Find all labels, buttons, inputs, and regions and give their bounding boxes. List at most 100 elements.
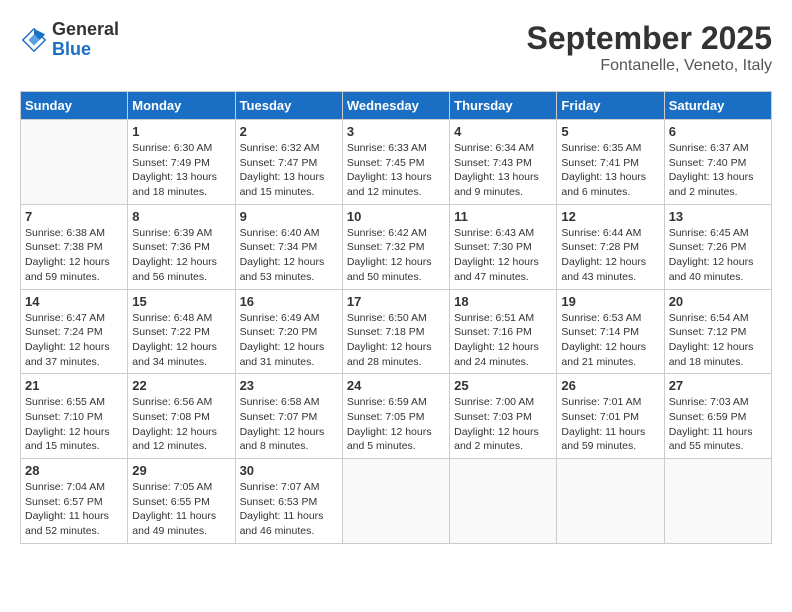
day-info: Sunrise: 7:03 AMSunset: 6:59 PMDaylight:… [669,395,767,454]
calendar-cell: 30 Sunrise: 7:07 AMSunset: 6:53 PMDayligh… [235,459,342,544]
day-info: Sunrise: 7:07 AMSunset: 6:53 PMDaylight:… [240,480,338,539]
calendar-cell: 16Sunrise: 6:49 AMSunset: 7:20 PMDayligh… [235,289,342,374]
day-info: Sunrise: 6:30 AMSunset: 7:49 PMDaylight:… [132,141,230,200]
day-info: Sunrise: 6:34 AMSunset: 7:43 PMDaylight:… [454,141,552,200]
day-info: Sunrise: 6:58 AMSunset: 7:07 PMDaylight:… [240,395,338,454]
logo-icon [20,26,48,54]
calendar-cell: 14 Sunrise: 6:47 AMSunset: 7:24 PMDayligh… [21,289,128,374]
calendar-cell: 6 Sunrise: 6:37 AMSunset: 7:40 PMDaylight… [664,120,771,205]
calendar-cell: 23 Sunrise: 6:58 AMSunset: 7:07 PMDayligh… [235,374,342,459]
calendar-cell: 27 Sunrise: 7:03 AMSunset: 6:59 PMDayligh… [664,374,771,459]
day-info: Sunrise: 6:56 AMSunset: 7:08 PMDaylight:… [132,395,230,454]
calendar-cell: 5 Sunrise: 6:35 AMSunset: 7:41 PMDaylight… [557,120,664,205]
day-info: Sunrise: 6:49 AMSunset: 7:20 PMDaylight:… [240,311,338,370]
day-number: 20 [669,294,767,309]
day-info: Sunrise: 6:42 AMSunset: 7:32 PMDaylight:… [347,226,445,285]
calendar-cell: 13 Sunrise: 6:45 AMSunset: 7:26 PMDayligh… [664,204,771,289]
calendar-cell [342,459,449,544]
day-number: 18 [454,294,552,309]
day-header-friday: Friday [557,92,664,120]
calendar-cell: 12 Sunrise: 6:44 AMSunset: 7:28 PMDayligh… [557,204,664,289]
day-info: Sunrise: 6:48 AMSunset: 7:22 PMDaylight:… [132,311,230,370]
day-header-saturday: Saturday [664,92,771,120]
day-number: 8 [132,209,230,224]
day-number: 24 [347,378,445,393]
day-number: 28 [25,463,123,478]
day-info: Sunrise: 7:04 AMSunset: 6:57 PMDaylight:… [25,480,123,539]
day-number: 27 [669,378,767,393]
logo-blue-text: Blue [52,39,91,59]
day-info: Sunrise: 7:01 AMSunset: 7:01 PMDaylight:… [561,395,659,454]
day-info: Sunrise: 6:47 AMSunset: 7:24 PMDaylight:… [25,311,123,370]
month-title: September 2025 [527,20,772,57]
day-info: Sunrise: 6:38 AMSunset: 7:38 PMDaylight:… [25,226,123,285]
calendar-cell: 15 Sunrise: 6:48 AMSunset: 7:22 PMDayligh… [128,289,235,374]
day-number: 26 [561,378,659,393]
calendar-table: SundayMondayTuesdayWednesdayThursdayFrid… [20,91,772,544]
day-number: 17 [347,294,445,309]
day-info: Sunrise: 6:37 AMSunset: 7:40 PMDaylight:… [669,141,767,200]
day-info: Sunrise: 6:59 AMSunset: 7:05 PMDaylight:… [347,395,445,454]
calendar-cell: 11Sunrise: 6:43 AMSunset: 7:30 PMDayligh… [450,204,557,289]
calendar-cell: 20 Sunrise: 6:54 AMSunset: 7:12 PMDayligh… [664,289,771,374]
day-number: 9 [240,209,338,224]
calendar-cell: 1 Sunrise: 6:30 AMSunset: 7:49 PMDaylight… [128,120,235,205]
day-number: 1 [132,124,230,139]
day-info: Sunrise: 7:00 AMSunset: 7:03 PMDaylight:… [454,395,552,454]
day-number: 23 [240,378,338,393]
day-info: Sunrise: 6:39 AMSunset: 7:36 PMDaylight:… [132,226,230,285]
day-info: Sunrise: 6:44 AMSunset: 7:28 PMDaylight:… [561,226,659,285]
calendar-week-1: 1 Sunrise: 6:30 AMSunset: 7:49 PMDaylight… [21,120,772,205]
day-number: 12 [561,209,659,224]
day-info: Sunrise: 6:54 AMSunset: 7:12 PMDaylight:… [669,311,767,370]
location-subtitle: Fontanelle, Veneto, Italy [527,57,772,75]
day-info: Sunrise: 6:50 AMSunset: 7:18 PMDaylight:… [347,311,445,370]
day-info: Sunrise: 6:33 AMSunset: 7:45 PMDaylight:… [347,141,445,200]
calendar-cell: 7 Sunrise: 6:38 AMSunset: 7:38 PMDaylight… [21,204,128,289]
calendar-cell [21,120,128,205]
calendar-cell: 21 Sunrise: 6:55 AMSunset: 7:10 PMDayligh… [21,374,128,459]
day-number: 7 [25,209,123,224]
day-number: 25 [454,378,552,393]
day-number: 6 [669,124,767,139]
page-header: General Blue September 2025 Fontanelle, … [20,20,772,75]
calendar-cell: 24 Sunrise: 6:59 AMSunset: 7:05 PMDayligh… [342,374,449,459]
day-number: 5 [561,124,659,139]
logo-general-text: General [52,19,119,39]
day-number: 29 [132,463,230,478]
calendar-cell: 22 Sunrise: 6:56 AMSunset: 7:08 PMDayligh… [128,374,235,459]
calendar-cell: 19Sunrise: 6:53 AMSunset: 7:14 PMDayligh… [557,289,664,374]
day-number: 10 [347,209,445,224]
day-number: 15 [132,294,230,309]
calendar-cell: 25 Sunrise: 7:00 AMSunset: 7:03 PMDayligh… [450,374,557,459]
day-number: 21 [25,378,123,393]
day-number: 30 [240,463,338,478]
calendar-cell [450,459,557,544]
calendar-cell: 17 Sunrise: 6:50 AMSunset: 7:18 PMDayligh… [342,289,449,374]
day-info: Sunrise: 6:45 AMSunset: 7:26 PMDaylight:… [669,226,767,285]
day-header-wednesday: Wednesday [342,92,449,120]
calendar-week-2: 7 Sunrise: 6:38 AMSunset: 7:38 PMDaylight… [21,204,772,289]
calendar-cell: 8 Sunrise: 6:39 AMSunset: 7:36 PMDaylight… [128,204,235,289]
calendar-cell: 4 Sunrise: 6:34 AMSunset: 7:43 PMDaylight… [450,120,557,205]
calendar-cell [557,459,664,544]
day-number: 4 [454,124,552,139]
day-number: 13 [669,209,767,224]
calendar-cell [664,459,771,544]
calendar-cell: 3Sunrise: 6:33 AMSunset: 7:45 PMDaylight… [342,120,449,205]
day-info: Sunrise: 6:32 AMSunset: 7:47 PMDaylight:… [240,141,338,200]
day-number: 14 [25,294,123,309]
day-number: 2 [240,124,338,139]
day-number: 11 [454,209,552,224]
day-number: 22 [132,378,230,393]
day-header-sunday: Sunday [21,92,128,120]
calendar-cell: 26 Sunrise: 7:01 AMSunset: 7:01 PMDayligh… [557,374,664,459]
day-info: Sunrise: 6:55 AMSunset: 7:10 PMDaylight:… [25,395,123,454]
day-info: Sunrise: 6:40 AMSunset: 7:34 PMDaylight:… [240,226,338,285]
calendar-cell: 29Sunrise: 7:05 AMSunset: 6:55 PMDayligh… [128,459,235,544]
calendar-cell: 9 Sunrise: 6:40 AMSunset: 7:34 PMDaylight… [235,204,342,289]
day-info: Sunrise: 6:35 AMSunset: 7:41 PMDaylight:… [561,141,659,200]
day-info: Sunrise: 6:51 AMSunset: 7:16 PMDaylight:… [454,311,552,370]
calendar-week-5: 28 Sunrise: 7:04 AMSunset: 6:57 PMDayligh… [21,459,772,544]
day-header-monday: Monday [128,92,235,120]
